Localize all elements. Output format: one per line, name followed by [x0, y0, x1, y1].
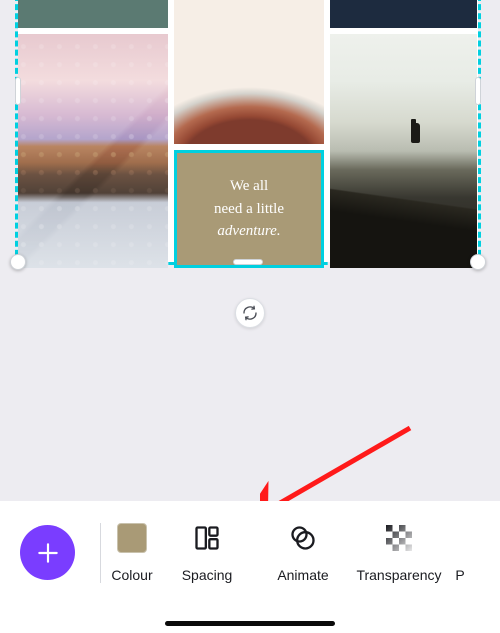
bottom-toolbar: Colour Spacing Animate [0, 501, 500, 633]
animate-icon [284, 519, 322, 557]
quote-line: need a little [214, 201, 284, 217]
canvas-selection[interactable]: We all need a little adventure. [15, 0, 481, 265]
tool-label: Animate [277, 567, 328, 583]
tool-label: P [455, 567, 464, 583]
transparency-icon [380, 519, 418, 557]
resize-handle-bottom-right[interactable] [470, 254, 486, 270]
collage-quote-tile[interactable]: We all need a little adventure. [174, 150, 324, 268]
collage-tile[interactable] [330, 34, 477, 268]
quote-line-em: adventure. [217, 223, 280, 239]
add-button[interactable] [20, 525, 75, 580]
rotate-button[interactable] [235, 298, 265, 328]
resize-handle-bottom[interactable] [233, 259, 263, 265]
collage-tile[interactable] [18, 34, 168, 268]
tool-overflow[interactable]: P [450, 515, 470, 583]
plus-icon [35, 540, 61, 566]
toolbar-divider [100, 523, 101, 583]
tool-animate[interactable]: Animate [258, 515, 348, 583]
collage-tile[interactable] [174, 0, 324, 144]
tool-colour[interactable]: Colour [108, 515, 156, 583]
tool-spacing[interactable]: Spacing [162, 515, 252, 583]
tool-label: Spacing [182, 567, 233, 583]
colour-swatch-icon [113, 519, 151, 557]
quote-text: We all need a little adventure. [214, 175, 284, 243]
tool-label: Transparency [356, 567, 441, 583]
tool-row: Colour Spacing Animate [108, 515, 500, 583]
spacing-icon [188, 519, 226, 557]
resize-handle-bottom-left[interactable] [10, 254, 26, 270]
resize-handle-right[interactable] [475, 77, 481, 105]
home-indicator[interactable] [165, 621, 335, 626]
overflow-icon [441, 519, 479, 557]
tool-transparency[interactable]: Transparency [354, 515, 444, 583]
collage-tile[interactable] [18, 0, 168, 28]
tool-label: Colour [111, 567, 152, 583]
quote-line: We all [230, 178, 268, 194]
resize-handle-left[interactable] [15, 77, 21, 105]
collage-tile[interactable] [330, 0, 477, 28]
rotate-icon [242, 305, 258, 321]
collage-grid: We all need a little adventure. [18, 0, 478, 262]
